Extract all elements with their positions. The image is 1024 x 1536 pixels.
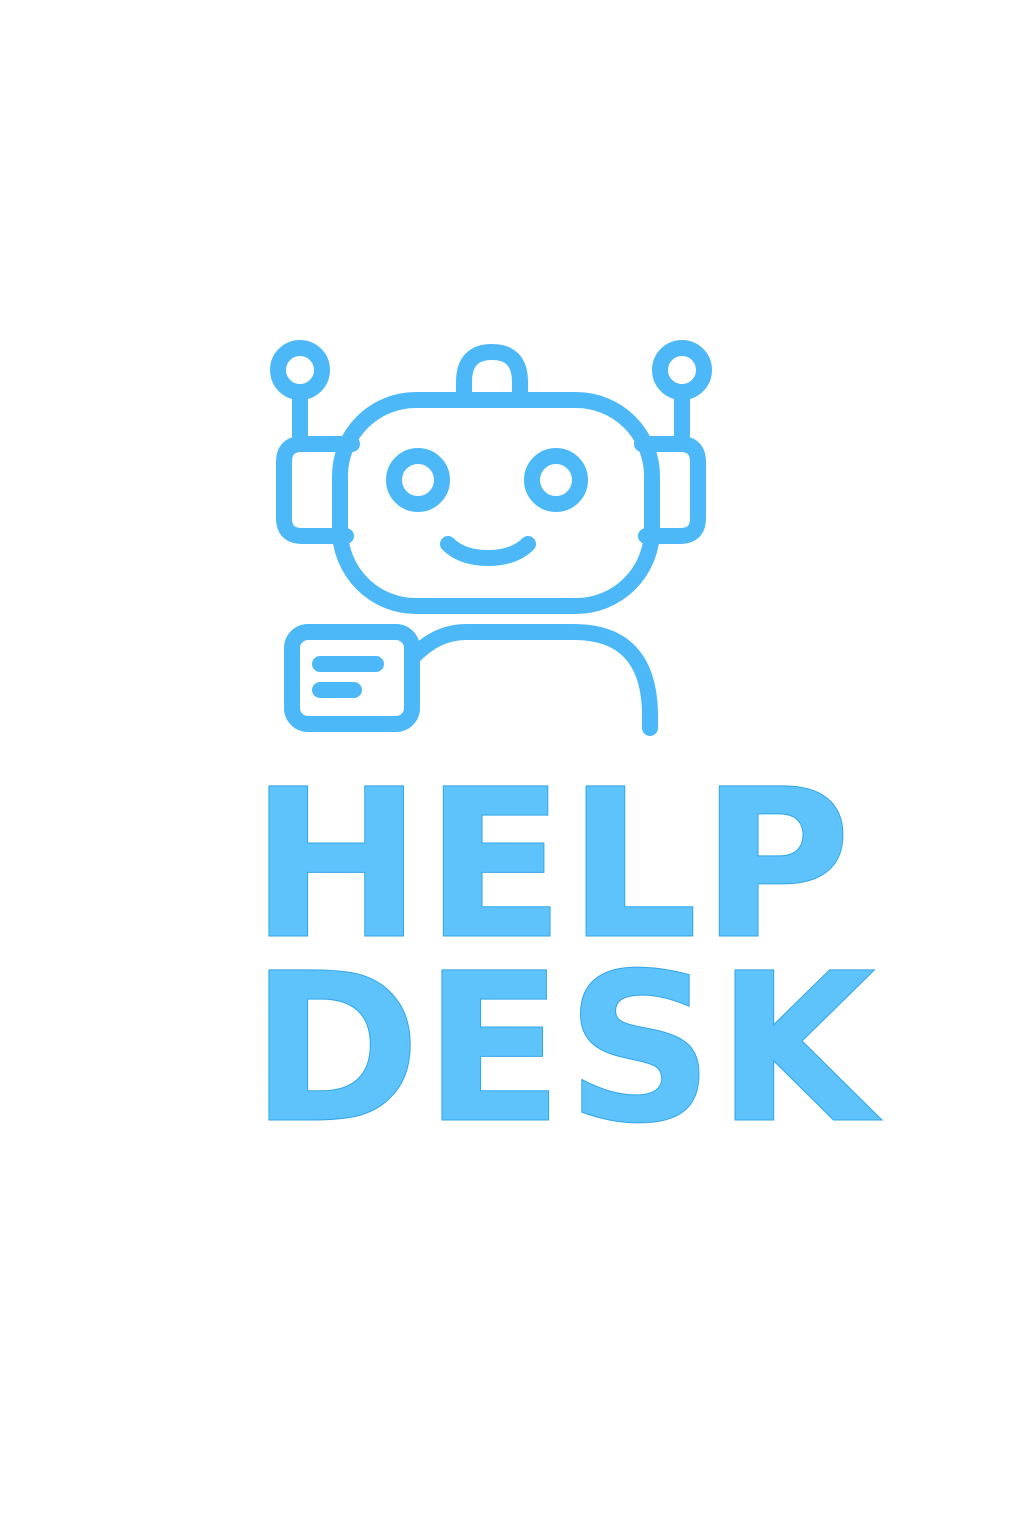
robot-smile [440, 536, 536, 566]
wordmark-desk: DESK [250, 929, 878, 1169]
eye-right [524, 448, 588, 512]
robot-body [404, 624, 658, 736]
chat-bubble [284, 624, 420, 732]
head-bump [456, 344, 528, 402]
robot-head [332, 392, 660, 614]
eye-left [386, 448, 450, 512]
